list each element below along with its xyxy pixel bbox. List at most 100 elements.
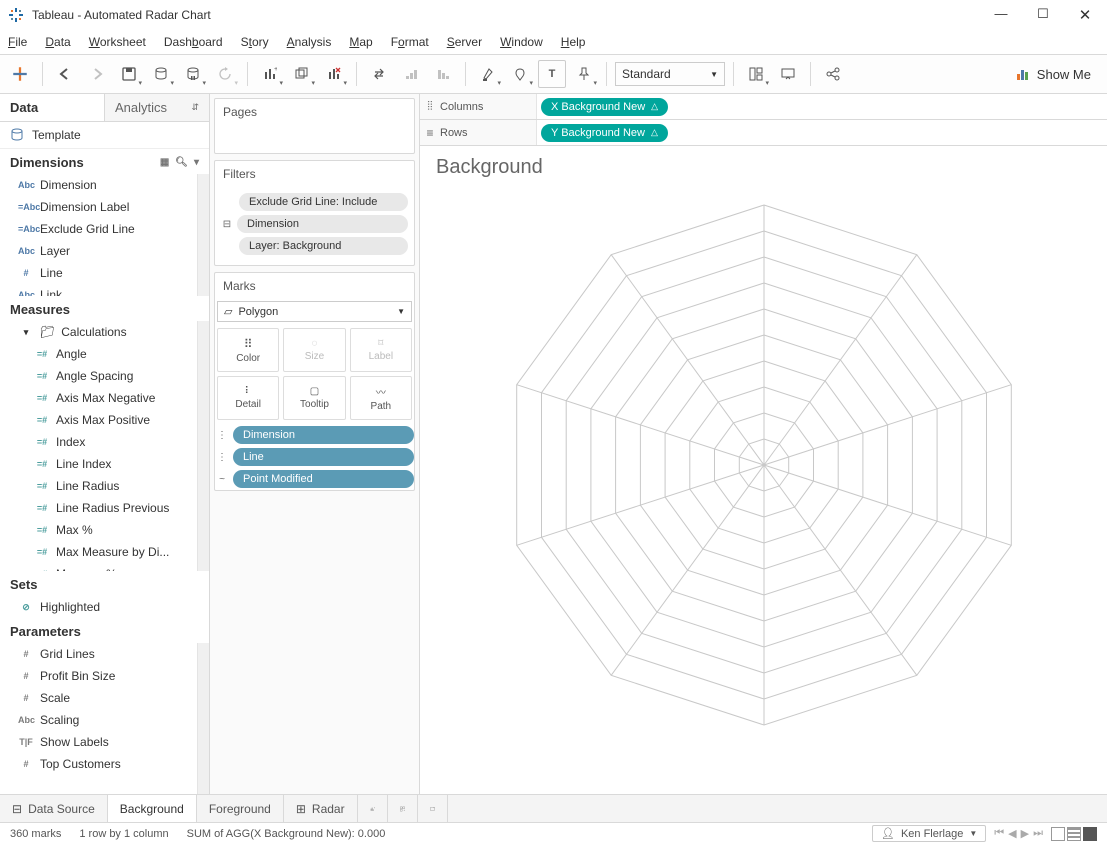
measure-field[interactable]: =#Max Measure by Di... — [0, 541, 209, 563]
duplicate-button[interactable] — [288, 60, 316, 88]
search-icon[interactable]: 🔍︎ — [175, 157, 188, 168]
filter-pill[interactable]: Layer: Background — [239, 237, 408, 255]
menu-dashboard[interactable]: Dashboard — [164, 35, 223, 49]
analytics-tab[interactable]: Analytics ⇵ — [104, 94, 209, 121]
refresh-button[interactable] — [211, 60, 239, 88]
dimension-field[interactable]: AbcLayer — [0, 240, 209, 262]
data-tab[interactable]: Data — [0, 94, 104, 121]
view-grid-icon[interactable] — [1051, 827, 1065, 841]
menu-analysis[interactable]: Analysis — [287, 35, 332, 49]
sort-desc-button[interactable] — [429, 60, 457, 88]
menu-worksheet[interactable]: Worksheet — [89, 35, 146, 49]
mark-pill[interactable]: Line — [233, 448, 414, 466]
measure-field[interactable]: =#Max % — [0, 519, 209, 541]
menu-format[interactable]: Format — [391, 35, 429, 49]
columns-shelf[interactable]: ⦙⦙ Columns X Background New△ — [420, 94, 1107, 120]
set-item[interactable]: ⊘ Highlighted — [0, 596, 209, 618]
size-button[interactable]: ◌Size — [283, 328, 345, 372]
column-pill[interactable]: X Background New△ — [541, 98, 668, 116]
dimension-field[interactable]: =AbcDimension Label — [0, 196, 209, 218]
mark-type-select[interactable]: ▱Polygon ▼ — [217, 301, 412, 322]
type-icon: =# — [34, 455, 50, 473]
measure-field[interactable]: =#Index — [0, 431, 209, 453]
sort-asc-button[interactable] — [397, 60, 425, 88]
swap-button[interactable] — [365, 60, 393, 88]
undo-button[interactable] — [51, 60, 79, 88]
maximize-button[interactable]: ☐ — [1029, 6, 1057, 24]
param-field[interactable]: #Top Customers — [0, 753, 209, 775]
view-single-icon[interactable] — [1083, 827, 1097, 841]
new-datasource-button[interactable] — [147, 60, 175, 88]
measure-field[interactable]: =#Axis Max Positive — [0, 409, 209, 431]
dimension-field[interactable]: AbcLink — [0, 284, 209, 296]
tooltip-button[interactable]: ▢Tooltip — [283, 376, 345, 420]
redo-button[interactable] — [83, 60, 111, 88]
row-pill[interactable]: Y Background New△ — [541, 124, 668, 142]
tab-background[interactable]: Background — [108, 795, 197, 822]
menu-data[interactable]: Data — [45, 35, 70, 49]
sheet-title[interactable]: Background — [436, 156, 1091, 179]
measure-field[interactable]: =#Angle — [0, 343, 209, 365]
menu-server[interactable]: Server — [447, 35, 482, 49]
nav-arrows[interactable]: ⏮◀▶⏭ — [994, 827, 1043, 840]
fit-dropdown[interactable]: Standard ▼ — [615, 62, 725, 86]
menu-icon[interactable]: ▾ — [194, 157, 199, 168]
new-story-button[interactable]: + — [418, 795, 448, 822]
measure-field[interactable]: =#Axis Max Negative — [0, 387, 209, 409]
mark-pill[interactable]: Dimension — [233, 426, 414, 444]
filter-pill[interactable]: Exclude Grid Line: Include — [239, 193, 408, 211]
measure-field[interactable]: =#Measure % — [0, 563, 209, 571]
view-icon[interactable]: ▦ — [160, 157, 169, 168]
columns-label: Columns — [440, 101, 536, 113]
rows-shelf[interactable]: ≡ Rows Y Background New△ — [420, 120, 1107, 146]
tableau-icon[interactable] — [6, 60, 34, 88]
dimension-field[interactable]: AbcDimension — [0, 174, 209, 196]
close-button[interactable]: ✕ — [1071, 6, 1099, 24]
measure-field[interactable]: =#Line Radius Previous — [0, 497, 209, 519]
new-dashboard-button[interactable]: + — [388, 795, 418, 822]
dimension-field[interactable]: =AbcExclude Grid Line — [0, 218, 209, 240]
measure-field[interactable]: =#Line Index — [0, 453, 209, 475]
minimize-button[interactable]: — — [987, 6, 1015, 24]
filter-pill[interactable]: Dimension — [237, 215, 408, 233]
presentation-button[interactable] — [774, 60, 802, 88]
param-field[interactable]: T|FShow Labels — [0, 731, 209, 753]
param-field[interactable]: AbcScaling — [0, 709, 209, 731]
user-menu[interactable]: 👤︎ Ken Flerlage ▼ — [872, 825, 986, 842]
menu-help[interactable]: Help — [561, 35, 586, 49]
tab-radar[interactable]: ⊞Radar — [284, 795, 358, 822]
tab-foreground[interactable]: Foreground — [197, 795, 284, 822]
group-button[interactable] — [506, 60, 534, 88]
param-field[interactable]: #Scale — [0, 687, 209, 709]
show-me-button[interactable]: Show Me — [1005, 66, 1101, 82]
view-list-icon[interactable] — [1067, 827, 1081, 841]
pin-button[interactable] — [570, 60, 598, 88]
calc-folder[interactable]: ▾ 📁︎ Calculations — [0, 321, 209, 343]
mark-pill[interactable]: Point Modified — [233, 470, 414, 488]
param-field[interactable]: #Profit Bin Size — [0, 665, 209, 687]
measure-field[interactable]: =#Angle Spacing — [0, 365, 209, 387]
field-label: Index — [56, 433, 85, 451]
dimension-field[interactable]: #Line — [0, 262, 209, 284]
menu-story[interactable]: Story — [241, 35, 269, 49]
param-field[interactable]: #Grid Lines — [0, 643, 209, 665]
pause-updates-button[interactable] — [179, 60, 207, 88]
share-button[interactable] — [819, 60, 847, 88]
color-button[interactable]: ⠿Color — [217, 328, 279, 372]
menu-file[interactable]: File — [8, 35, 27, 49]
cards-button[interactable] — [742, 60, 770, 88]
labels-button[interactable]: T — [538, 60, 566, 88]
detail-button[interactable]: ⠇Detail — [217, 376, 279, 420]
measure-field[interactable]: =#Line Radius — [0, 475, 209, 497]
new-sheet-button[interactable]: + — [358, 795, 388, 822]
new-worksheet-button[interactable]: + — [256, 60, 284, 88]
clear-button[interactable] — [320, 60, 348, 88]
label-button[interactable]: ⌑Label — [350, 328, 412, 372]
path-button[interactable]: 〰Path — [350, 376, 412, 420]
menu-map[interactable]: Map — [349, 35, 372, 49]
datasource-tab[interactable]: ⊟Data Source — [0, 795, 108, 822]
datasource-row[interactable]: Template — [0, 122, 209, 149]
menu-window[interactable]: Window — [500, 35, 543, 49]
highlight-button[interactable] — [474, 60, 502, 88]
save-button[interactable] — [115, 60, 143, 88]
